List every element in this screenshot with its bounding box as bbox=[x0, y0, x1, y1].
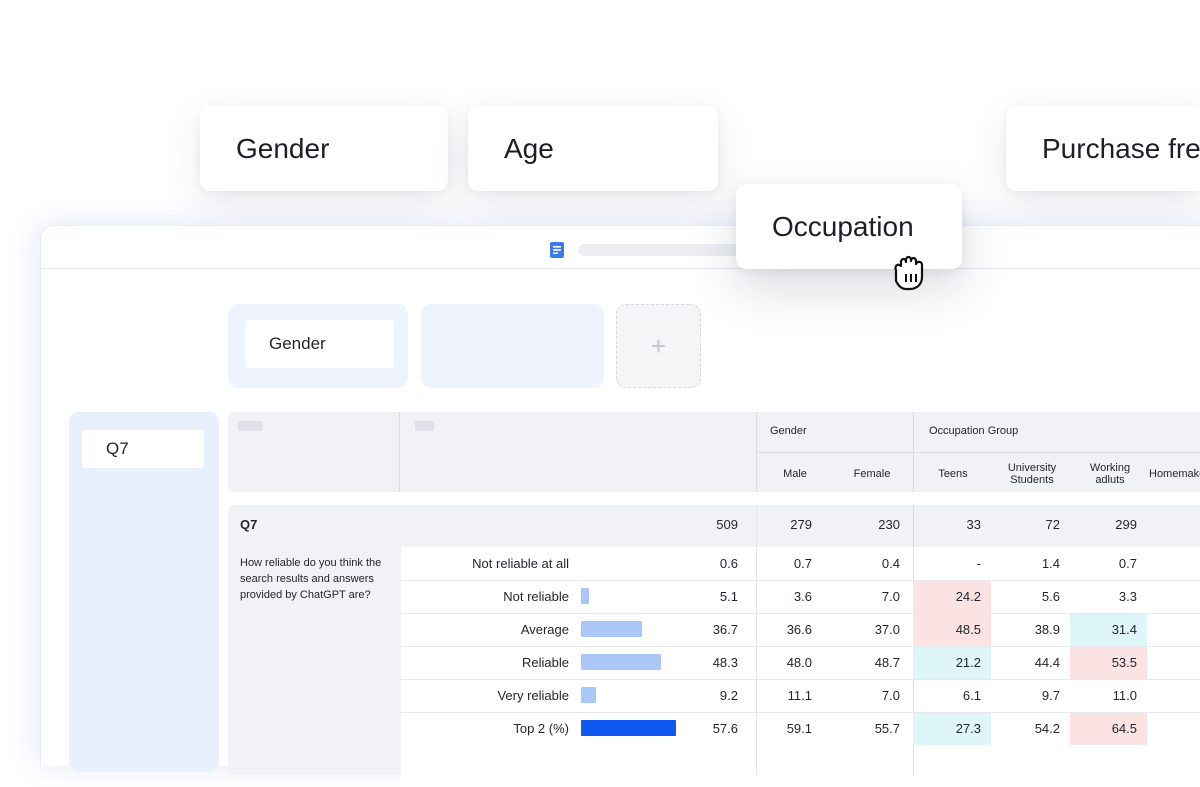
column-count: 279 bbox=[790, 517, 812, 532]
row-value: 24.2 bbox=[955, 589, 981, 604]
question-id: Q7 bbox=[240, 517, 258, 532]
row-bar bbox=[581, 588, 590, 604]
row-value: 64.5 bbox=[1111, 721, 1137, 736]
app-window: Gender + Q7 Gender Occupation Group Male… bbox=[40, 225, 1200, 787]
table-header: Gender Occupation Group Male Female Teen… bbox=[228, 412, 1200, 492]
row-label: Not reliable at all bbox=[472, 556, 569, 571]
row-value: 38.9 bbox=[1034, 622, 1060, 637]
header-col-homemakers[interactable]: Homemakers bbox=[1149, 468, 1200, 480]
grab-cursor-icon bbox=[894, 255, 924, 291]
column-count: 230 bbox=[878, 517, 900, 532]
row-value: 5.6 bbox=[1041, 589, 1060, 604]
header-group-occupation: Occupation Group bbox=[929, 425, 1019, 437]
row-value: 31.4 bbox=[1111, 622, 1137, 637]
row-value: 55.7 bbox=[874, 721, 900, 736]
row-label: Not reliable bbox=[503, 589, 569, 604]
question-sidebar: Q7 bbox=[69, 412, 219, 772]
header-col-female[interactable]: Female bbox=[841, 468, 903, 480]
row-label: Very reliable bbox=[497, 688, 569, 703]
column-count: 299 bbox=[1115, 517, 1137, 532]
row-value: 11.0 bbox=[1112, 688, 1137, 703]
header-placeholder bbox=[415, 421, 434, 431]
header-col-teens[interactable]: Teens bbox=[922, 468, 984, 480]
sidebar-item-q7[interactable]: Q7 bbox=[82, 430, 204, 468]
header-placeholder bbox=[238, 421, 263, 431]
row-value: 1.4 bbox=[1041, 556, 1060, 571]
header-group-gender: Gender bbox=[770, 425, 807, 437]
row-value: 11.1 bbox=[787, 688, 812, 703]
row-total: 36.7 bbox=[712, 622, 738, 637]
row-bar bbox=[581, 720, 677, 736]
row-value: 48.0 bbox=[786, 655, 812, 670]
row-value: 0.4 bbox=[881, 556, 900, 571]
row-value: 3.3 bbox=[1118, 589, 1137, 604]
row-value: 37.0 bbox=[874, 622, 900, 637]
header-col-university-students[interactable]: University Students bbox=[996, 462, 1068, 486]
header-col-working-adults[interactable]: Working adluts bbox=[1080, 462, 1140, 486]
row-value: 6.1 bbox=[962, 688, 981, 703]
add-variable-button[interactable]: + bbox=[616, 304, 701, 388]
row-bar bbox=[581, 687, 597, 703]
row-total: 0.6 bbox=[719, 556, 738, 571]
row-value: 7.0 bbox=[881, 688, 900, 703]
row-value: - bbox=[976, 556, 981, 571]
row-value: 48.7 bbox=[874, 655, 900, 670]
row-total: 57.6 bbox=[712, 721, 738, 736]
document-icon bbox=[550, 242, 564, 258]
row-value: 27.3 bbox=[955, 721, 981, 736]
row-value: 59.1 bbox=[786, 721, 812, 736]
total-count: 509 bbox=[716, 517, 738, 532]
row-label: Average bbox=[520, 622, 569, 637]
row-value: 54.2 bbox=[1034, 721, 1060, 736]
row-value: 3.6 bbox=[793, 589, 812, 604]
row-value: 0.7 bbox=[793, 556, 812, 571]
row-total: 48.3 bbox=[712, 655, 738, 670]
row-value: 7.0 bbox=[881, 589, 900, 604]
table-body: Q7 How reliable do you think the search … bbox=[228, 505, 1200, 787]
chip-age[interactable]: Age bbox=[468, 106, 718, 191]
row-value: 53.5 bbox=[1111, 655, 1137, 670]
header-col-male[interactable]: Male bbox=[766, 468, 824, 480]
row-label: Top 2 (%) bbox=[513, 721, 569, 736]
dropzone-slot-1[interactable]: Gender bbox=[228, 304, 408, 388]
row-bar bbox=[581, 654, 661, 670]
row-value: 48.5 bbox=[955, 622, 981, 637]
column-count: 33 bbox=[966, 517, 981, 532]
row-value: 21.2 bbox=[955, 655, 981, 670]
column-count: 72 bbox=[1045, 517, 1060, 532]
question-text: How reliable do you think the search res… bbox=[240, 557, 382, 601]
row-value: 9.7 bbox=[1041, 688, 1060, 703]
row-total: 5.1 bbox=[719, 589, 738, 604]
chip-gender[interactable]: Gender bbox=[200, 106, 448, 191]
row-value: 0.7 bbox=[1118, 556, 1137, 571]
dropzone-slot-2[interactable] bbox=[421, 304, 604, 388]
chip-purchase-frequency[interactable]: Purchase frequency bbox=[1006, 106, 1200, 191]
row-bar bbox=[581, 621, 642, 637]
window-topbar bbox=[41, 226, 1200, 269]
row-value: 44.4 bbox=[1034, 655, 1060, 670]
row-label: Reliable bbox=[522, 655, 569, 670]
row-value: 36.6 bbox=[786, 622, 812, 637]
row-total: 9.2 bbox=[719, 688, 738, 703]
dropzone-gender-chip[interactable]: Gender bbox=[245, 320, 394, 368]
